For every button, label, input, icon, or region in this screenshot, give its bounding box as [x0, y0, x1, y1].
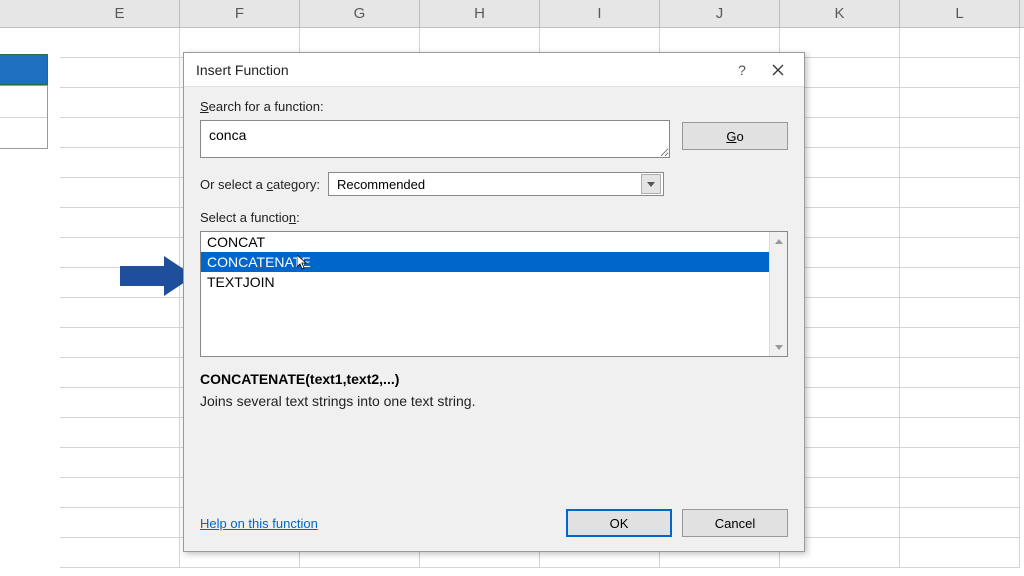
column-header[interactable]: F: [180, 0, 300, 27]
column-header[interactable]: L: [900, 0, 1020, 27]
chevron-down-icon: [641, 174, 661, 194]
function-list-item[interactable]: TEXTJOIN: [201, 272, 769, 292]
function-listbox[interactable]: CONCAT CONCATENATE TEXTJOIN: [200, 231, 788, 357]
go-button[interactable]: Go: [682, 122, 788, 150]
scroll-down-icon[interactable]: [770, 338, 787, 356]
search-input[interactable]: [200, 120, 670, 158]
scroll-up-icon[interactable]: [770, 232, 787, 250]
dialog-title: Insert Function: [196, 62, 724, 78]
column-header[interactable]: H: [420, 0, 540, 27]
cell-outline-fragment: [0, 85, 48, 149]
help-link[interactable]: Help on this function: [200, 516, 556, 531]
column-header-row: E F G H I J K L: [0, 0, 1024, 28]
close-icon: [772, 64, 784, 76]
column-header[interactable]: G: [300, 0, 420, 27]
ok-button[interactable]: OK: [566, 509, 672, 537]
category-label: Or select a category:: [200, 177, 320, 192]
cancel-button[interactable]: Cancel: [682, 509, 788, 537]
select-function-label: Select a function:: [200, 210, 788, 225]
category-value: Recommended: [337, 177, 425, 192]
column-header[interactable]: J: [660, 0, 780, 27]
search-label: Search for a function:: [200, 99, 788, 114]
selected-cell-fragment: [0, 54, 48, 86]
category-select[interactable]: Recommended: [328, 172, 664, 196]
help-button[interactable]: ?: [724, 57, 760, 83]
dialog-titlebar[interactable]: Insert Function ?: [184, 53, 804, 87]
function-list-item[interactable]: CONCATENATE: [201, 252, 769, 272]
close-button[interactable]: [760, 57, 796, 83]
function-description: Joins several text strings into one text…: [200, 393, 788, 409]
column-header[interactable]: E: [60, 0, 180, 27]
function-syntax: CONCATENATE(text1,text2,...): [200, 371, 788, 387]
column-header[interactable]: K: [780, 0, 900, 27]
listbox-scrollbar[interactable]: [769, 232, 787, 356]
function-list-item[interactable]: CONCAT: [201, 232, 769, 252]
insert-function-dialog: Insert Function ? Search for a function:…: [183, 52, 805, 552]
column-header[interactable]: I: [540, 0, 660, 27]
